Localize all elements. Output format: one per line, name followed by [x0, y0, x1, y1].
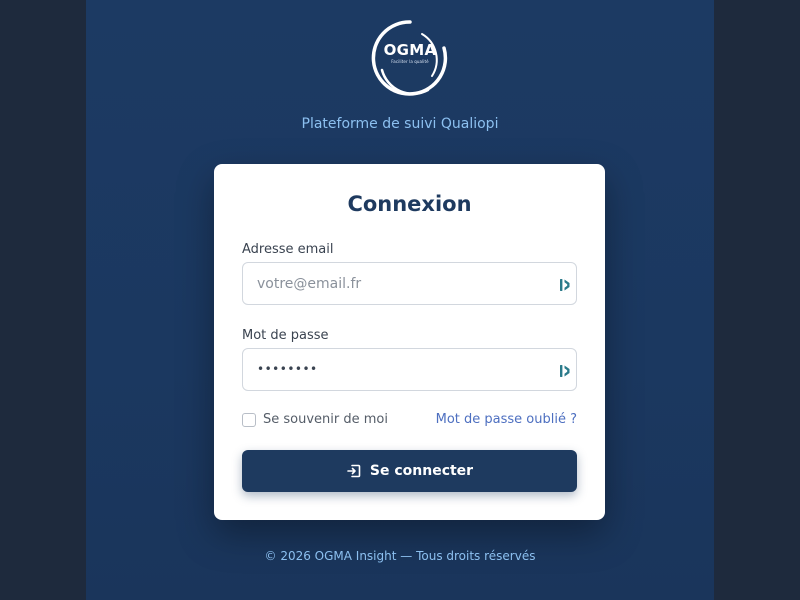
password-label: Mot de passe [242, 328, 329, 343]
login-button-label: Se connecter [369, 463, 474, 479]
footer-copyright: © 2026 OGMA Insight — Tous droits réserv… [264, 549, 536, 563]
password-manager-icon[interactable] [560, 364, 571, 378]
email-field[interactable] [242, 262, 577, 305]
login-button[interactable]: Se connecter [242, 450, 577, 492]
logo-text: OGMA [383, 41, 437, 59]
password-manager-icon[interactable] [560, 278, 571, 292]
platform-subtitle: Plateforme de suivi Qualiopi [301, 116, 499, 132]
remember-me-label[interactable]: Se souvenir de moi [263, 412, 388, 427]
forgot-password-link[interactable]: Mot de passe oublié ? [436, 412, 577, 427]
remember-me-checkbox[interactable] [242, 413, 256, 427]
login-card: Connexion Adresse email Mot de passe •••… [214, 164, 605, 520]
logo-tagline: Faciliter la qualité [391, 59, 429, 64]
password-field[interactable]: •••••••• [242, 348, 577, 391]
email-input[interactable] [257, 263, 547, 304]
ogma-logo: OGMA Faciliter la qualité [370, 18, 450, 98]
email-label: Adresse email [242, 242, 334, 257]
password-input[interactable]: •••••••• [257, 362, 318, 376]
login-title: Connexion [347, 192, 472, 216]
login-button-content: Se connecter [242, 450, 577, 492]
options-row: Se souvenir de moi Mot de passe oublié ? [242, 412, 577, 430]
login-icon [347, 464, 361, 478]
